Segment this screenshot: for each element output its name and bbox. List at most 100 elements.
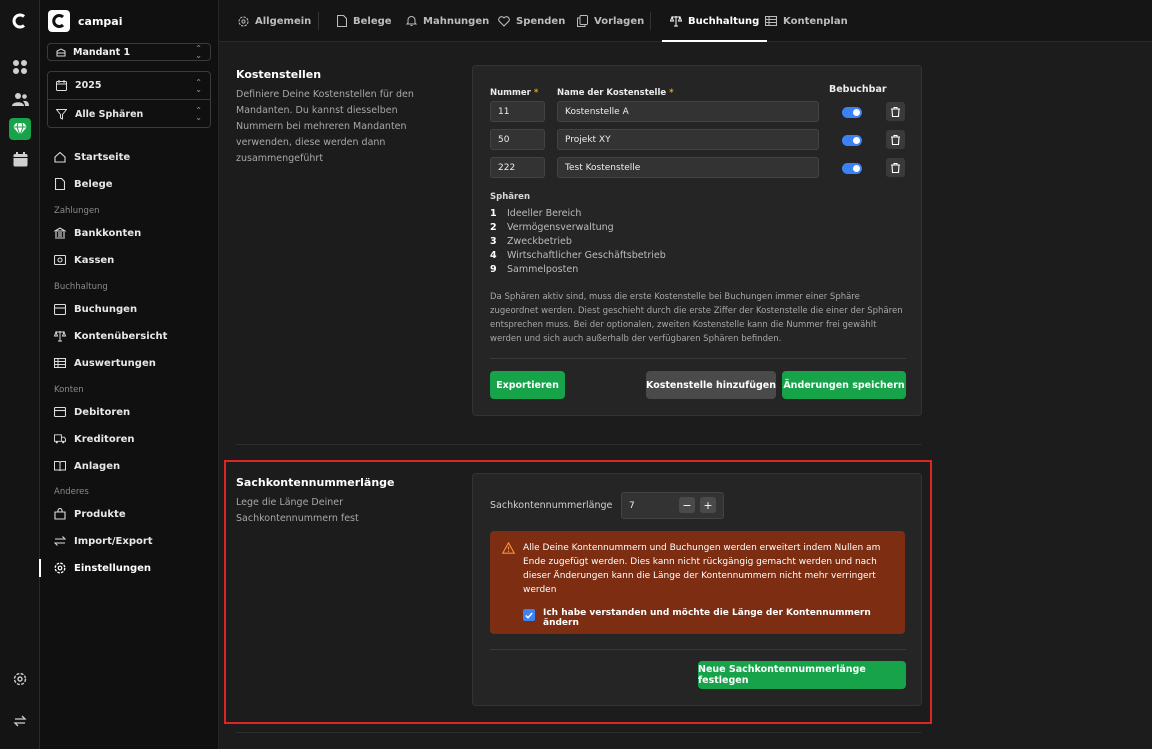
tab-label: Allgemein (255, 15, 312, 27)
nav-belege[interactable]: Belege (54, 178, 113, 190)
kostenstelle-name-input[interactable]: Test Kostenstelle (557, 157, 819, 178)
tab-belege[interactable]: Belege (337, 0, 392, 42)
sachkonten-title: Sachkontennummerlänge (236, 476, 395, 489)
delete-row-button[interactable] (886, 102, 905, 121)
mandant-select[interactable]: Mandant 1 ⌃ ⌄ (47, 43, 211, 61)
nav-kassen[interactable]: Kassen (54, 254, 114, 266)
nav-einstellungen[interactable]: Einstellungen (54, 562, 151, 574)
tab-spenden[interactable]: Spenden (498, 0, 565, 42)
nav-bankkonten[interactable]: Bankkonten (54, 227, 141, 239)
nav-debitoren[interactable]: Debitoren (54, 406, 130, 418)
bebuchbar-toggle[interactable] (842, 163, 862, 174)
kostenstelle-name-input[interactable]: Projekt XY (557, 129, 819, 150)
decrement-button[interactable]: − (679, 497, 695, 513)
nav-label: Anlagen (74, 460, 121, 472)
copy-icon (577, 15, 588, 27)
scale-icon (54, 330, 66, 342)
confirm-label[interactable]: Ich habe verstanden und möchte die Länge… (543, 608, 905, 628)
tab-separator (650, 12, 651, 30)
trash-icon (891, 134, 900, 145)
truck-icon (54, 433, 66, 445)
switch-icon[interactable] (9, 710, 31, 732)
set-length-button[interactable]: Neue Sachkontennummerlänge festlegen (698, 661, 906, 689)
tab-label: Kontenplan (783, 15, 848, 27)
delete-row-button[interactable] (886, 130, 905, 149)
sachkonten-description: Lege die Länge Deiner Sachkontennummern … (236, 497, 359, 524)
kostenstelle-nummer-input[interactable]: 50 (490, 129, 545, 150)
brand[interactable]: campai (48, 10, 122, 32)
section-anderes: Anderes (54, 487, 89, 497)
nav-kreditoren[interactable]: Kreditoren (54, 433, 135, 445)
nav-label: Belege (74, 178, 113, 190)
save-changes-button[interactable]: Änderungen speichern (782, 371, 906, 399)
brand-name: campai (78, 14, 123, 28)
nav-label: Kassen (74, 254, 115, 266)
nav-startseite[interactable]: Startseite (54, 151, 130, 163)
nav-buchungen[interactable]: Buchungen (54, 303, 137, 315)
sidebar: campai Mandant 1 ⌃ ⌄ 2025 ⌃ ⌄ Alle Sphären… (39, 0, 219, 749)
nav-auswertungen[interactable]: Auswertungen (54, 357, 156, 369)
table-icon (54, 357, 66, 369)
increment-button[interactable]: + (700, 497, 716, 513)
chevron-updown-icon: ⌃ ⌄ (195, 44, 202, 60)
icon-rail (0, 0, 40, 749)
sphere-label: Alle Sphären (75, 108, 144, 120)
calendar-small-icon (56, 80, 67, 91)
nav-label: Buchungen (74, 303, 138, 315)
tab-allgemein[interactable]: Allgemein (238, 0, 311, 42)
book-icon (54, 460, 66, 472)
kostenstelle-nummer-input[interactable]: 11 (490, 101, 545, 122)
nav-kontenuebersicht[interactable]: Kontenübersicht (54, 330, 167, 342)
filter-icon (56, 108, 67, 120)
nav-produkte[interactable]: Produkte (54, 508, 126, 520)
chevron-updown-icon: ⌃ ⌄ (195, 77, 202, 94)
document-icon (337, 15, 347, 27)
tab-label: Spenden (516, 15, 566, 27)
settings-tabs: Allgemein Belege Mahnungen Spenden Vorla… (219, 0, 1152, 42)
sphere-item: 3 Zweckbetrieb (490, 236, 572, 247)
tab-buchhaltung[interactable]: Buchhaltung (662, 0, 768, 42)
delete-row-button[interactable] (886, 158, 905, 177)
export-button[interactable]: Exportieren (490, 371, 565, 399)
kostenstelle-nummer-input[interactable]: 222 (490, 157, 545, 178)
logo-icon[interactable] (9, 10, 31, 32)
stepper-value[interactable]: 7 (629, 501, 635, 511)
kostenstelle-name-input[interactable]: Kostenstelle A (557, 101, 819, 122)
sphere-item: 1 Ideeller Bereich (490, 208, 582, 219)
tab-label: Vorlagen (594, 15, 645, 27)
calendar-icon[interactable] (9, 148, 31, 170)
sphere-select[interactable]: Alle Sphären ⌃ ⌄ (48, 100, 210, 128)
nav-label: Einstellungen (74, 562, 152, 574)
nav-anlagen[interactable]: Anlagen (54, 460, 120, 472)
tab-vorlagen[interactable]: Vorlagen (577, 0, 644, 42)
tab-label: Buchhaltung (688, 15, 760, 27)
tab-mahnungen[interactable]: Mahnungen (406, 0, 489, 42)
heart-icon (498, 15, 510, 27)
grid-icon[interactable] (9, 56, 31, 78)
gem-icon[interactable] (9, 118, 31, 140)
nav-label: Kontenübersicht (74, 330, 168, 342)
section-divider (236, 444, 922, 445)
tab-kontenplan[interactable]: Kontenplan (765, 0, 848, 42)
add-kostenstelle-button[interactable]: Kostenstelle hinzufügen (646, 371, 776, 399)
kostenstellen-card: Nummer * Name der Kostenstelle * Bebuchb… (472, 65, 922, 416)
bebuchbar-toggle[interactable] (842, 135, 862, 146)
nav-label: Bankkonten (74, 227, 142, 239)
bank-icon (54, 227, 66, 239)
divider (490, 649, 906, 650)
building-icon (56, 47, 66, 56)
nav-import-export[interactable]: Import/Export (54, 535, 153, 547)
nav-label: Auswertungen (74, 357, 156, 369)
sphere-note: Da Sphären aktiv sind, muss die erste Ko… (490, 292, 903, 344)
trash-icon (891, 162, 900, 173)
section-buchhaltung: Buchhaltung (54, 282, 108, 292)
bebuchbar-toggle[interactable] (842, 107, 862, 118)
year-select[interactable]: 2025 ⌃ ⌄ (48, 72, 210, 100)
gear-icon (238, 15, 249, 27)
column-bebuchbar: Bebuchbar (829, 84, 887, 95)
settings-icon[interactable] (9, 668, 31, 690)
column-name: Name der Kostenstelle * (557, 88, 674, 98)
confirm-checkbox[interactable] (523, 609, 535, 621)
nav-label: Kreditoren (74, 433, 135, 445)
users-icon[interactable] (9, 88, 31, 110)
